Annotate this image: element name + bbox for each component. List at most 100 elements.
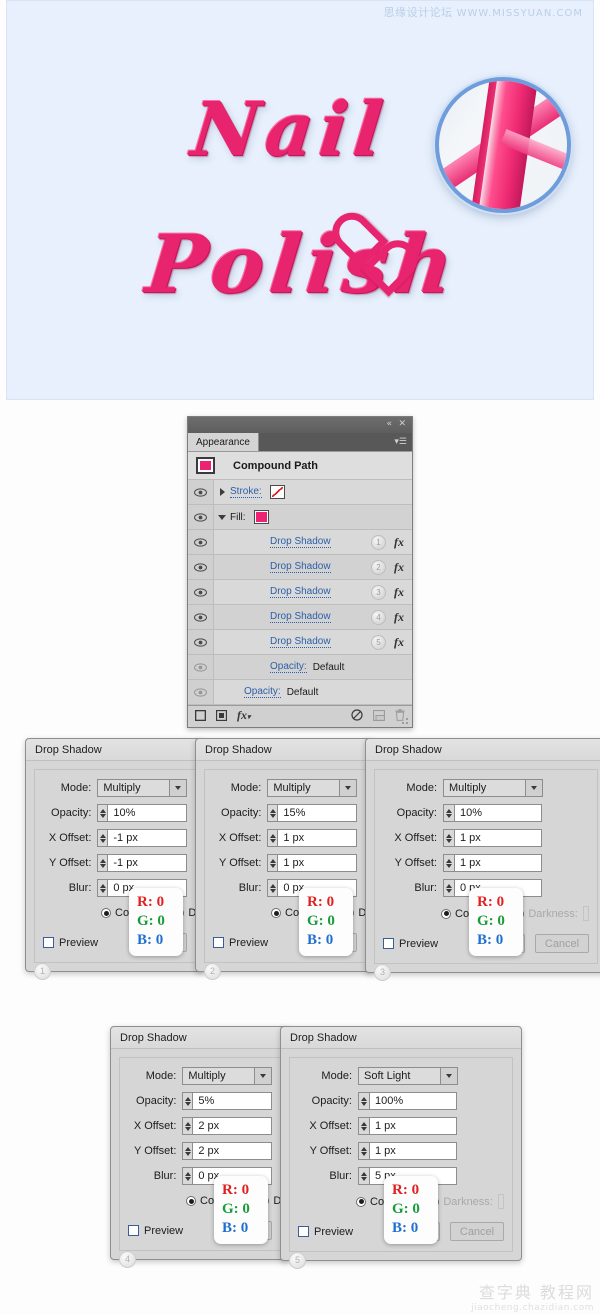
panel-row-opacity-nested[interactable]: Opacity: Default — [188, 655, 412, 680]
color-radio-1[interactable] — [101, 908, 111, 918]
effect-label-2[interactable]: Drop Shadow — [270, 561, 331, 573]
blur-stepper-1[interactable] — [97, 879, 108, 897]
opacity-stepper-4[interactable] — [182, 1092, 193, 1110]
eye-icon[interactable] — [194, 562, 207, 572]
new-stroke-icon[interactable] — [194, 709, 207, 724]
field-opacity-1[interactable]: Opacity: 10% — [43, 804, 187, 822]
color-radio-4[interactable] — [186, 1196, 196, 1206]
preview-checkbox-5[interactable] — [298, 1226, 309, 1237]
chevron-down-icon[interactable] — [339, 780, 356, 796]
effect-label-1[interactable]: Drop Shadow — [270, 536, 331, 548]
color-radio-3[interactable] — [441, 908, 451, 919]
y-offset-input-2[interactable]: 1 px — [277, 854, 357, 872]
y-offset-input-3[interactable]: 1 px — [454, 854, 542, 872]
panel-footer-toolbar[interactable]: fx▾ — [188, 705, 412, 727]
visibility-toggle-effect-2[interactable] — [188, 555, 214, 579]
fx-icon[interactable]: fx — [386, 535, 412, 550]
y-offset-input-5[interactable]: 1 px — [369, 1142, 457, 1160]
close-icon[interactable]: ✕ — [398, 419, 406, 429]
panel-tab-row[interactable]: Appearance ▾☰ — [188, 433, 412, 451]
field-mode-5[interactable]: Mode: Soft Light — [298, 1067, 504, 1085]
eye-icon[interactable] — [194, 487, 207, 497]
field-opacity-3[interactable]: Opacity: 10% — [383, 804, 589, 822]
field-xoffset-2[interactable]: X Offset: 1 px — [213, 829, 357, 847]
panel-menu-icon[interactable]: ▾☰ — [394, 437, 407, 446]
effect-label-4[interactable]: Drop Shadow — [270, 611, 331, 623]
effect-label-5[interactable]: Drop Shadow — [270, 636, 331, 648]
field-yoffset-3[interactable]: Y Offset: 1 px — [383, 854, 589, 872]
stroke-label[interactable]: Stroke: — [230, 486, 262, 498]
drop-shadow-dialog-5[interactable]: Drop Shadow Mode: Soft Light Opacity: 10… — [280, 1026, 522, 1269]
cancel-button-3[interactable]: Cancel — [535, 934, 589, 953]
mode-select-3[interactable]: Multiply — [443, 779, 543, 797]
cancel-button-5[interactable]: Cancel — [450, 1222, 504, 1241]
resize-grip[interactable] — [401, 717, 409, 725]
preview-checkbox-1[interactable] — [43, 937, 54, 948]
effect-label-3[interactable]: Drop Shadow — [270, 586, 331, 598]
x-offset-input-3[interactable]: 1 px — [454, 829, 542, 847]
fx-icon[interactable]: fx — [386, 635, 412, 650]
visibility-toggle-fill[interactable] — [188, 505, 214, 529]
drop-shadow-dialog-2[interactable]: Drop Shadow Mode: Multiply Opacity: 15% … — [195, 738, 408, 980]
opacity-stepper-2[interactable] — [267, 804, 278, 822]
preview-checkbox-4[interactable] — [128, 1225, 139, 1236]
fill-label[interactable]: Fill: — [230, 512, 246, 523]
drop-shadow-dialog-4[interactable]: Drop Shadow Mode: Multiply Opacity: 5% X… — [110, 1026, 323, 1268]
opacity-input-1[interactable]: 10% — [107, 804, 187, 822]
panel-row-effect-4[interactable]: Drop Shadow 4 fx — [188, 605, 412, 630]
preview-checkbox-2[interactable] — [213, 937, 224, 948]
collapse-icon[interactable]: « — [386, 419, 392, 429]
x-offset-input-4[interactable]: 2 px — [192, 1117, 272, 1135]
panel-row-stroke[interactable]: Stroke: — [188, 480, 412, 505]
duplicate-item-icon[interactable] — [373, 709, 385, 724]
y-offset-stepper-2[interactable] — [267, 854, 278, 872]
opacity-input-2[interactable]: 15% — [277, 804, 357, 822]
mode-select-2[interactable]: Multiply — [267, 779, 357, 797]
appearance-panel[interactable]: « ✕ Appearance ▾☰ Compound Path Stroke: … — [187, 416, 413, 728]
color-radio-5[interactable] — [356, 1196, 366, 1207]
object-fill-swatch[interactable] — [196, 457, 215, 474]
disclosure-fill[interactable] — [214, 514, 230, 520]
opacity-input-3[interactable]: 10% — [454, 804, 542, 822]
opacity-label-object[interactable]: Opacity: — [244, 686, 281, 698]
eye-icon[interactable] — [194, 612, 207, 622]
x-offset-input-2[interactable]: 1 px — [277, 829, 357, 847]
visibility-toggle-opacity-object[interactable] — [188, 680, 214, 704]
drop-shadow-dialog-1[interactable]: Drop Shadow Mode: Multiply Opacity: 10% … — [25, 738, 238, 980]
chevron-down-icon[interactable] — [525, 780, 542, 796]
eye-icon[interactable] — [194, 587, 207, 597]
x-offset-stepper-1[interactable] — [97, 829, 108, 847]
field-mode-3[interactable]: Mode: Multiply — [383, 779, 589, 797]
fill-swatch[interactable] — [253, 510, 269, 524]
opacity-stepper-1[interactable] — [97, 804, 108, 822]
x-offset-stepper-2[interactable] — [267, 829, 278, 847]
field-yoffset-5[interactable]: Y Offset: 1 px — [298, 1142, 504, 1160]
y-offset-input-4[interactable]: 2 px — [192, 1142, 272, 1160]
new-fill-icon[interactable] — [215, 709, 228, 724]
opacity-input-5[interactable]: 100% — [369, 1092, 457, 1110]
color-radio-2[interactable] — [271, 908, 281, 918]
field-opacity-4[interactable]: Opacity: 5% — [128, 1092, 272, 1110]
field-opacity-5[interactable]: Opacity: 100% — [298, 1092, 504, 1110]
visibility-toggle-effect-4[interactable] — [188, 605, 214, 629]
chevron-down-icon[interactable] — [169, 780, 186, 796]
field-opacity-2[interactable]: Opacity: 15% — [213, 804, 357, 822]
panel-row-fill[interactable]: Fill: — [188, 505, 412, 530]
blur-stepper-4[interactable] — [182, 1167, 193, 1185]
field-mode-2[interactable]: Mode: Multiply — [213, 779, 357, 797]
eye-icon[interactable] — [194, 687, 207, 697]
y-offset-input-1[interactable]: -1 px — [107, 854, 187, 872]
x-offset-stepper-5[interactable] — [358, 1117, 369, 1135]
panel-row-effect-1[interactable]: Drop Shadow 1 fx — [188, 530, 412, 555]
fx-icon[interactable]: fx — [386, 585, 412, 600]
blur-stepper-2[interactable] — [267, 879, 278, 897]
blur-stepper-5[interactable] — [358, 1167, 369, 1185]
opacity-stepper-3[interactable] — [443, 804, 454, 822]
panel-row-opacity-object[interactable]: Opacity: Default — [188, 680, 412, 705]
x-offset-stepper-4[interactable] — [182, 1117, 193, 1135]
visibility-toggle-effect-3[interactable] — [188, 580, 214, 604]
field-yoffset-2[interactable]: Y Offset: 1 px — [213, 854, 357, 872]
panel-row-effect-3[interactable]: Drop Shadow 3 fx — [188, 580, 412, 605]
panel-titlebar[interactable]: « ✕ — [188, 417, 412, 433]
y-offset-stepper-3[interactable] — [443, 854, 454, 872]
